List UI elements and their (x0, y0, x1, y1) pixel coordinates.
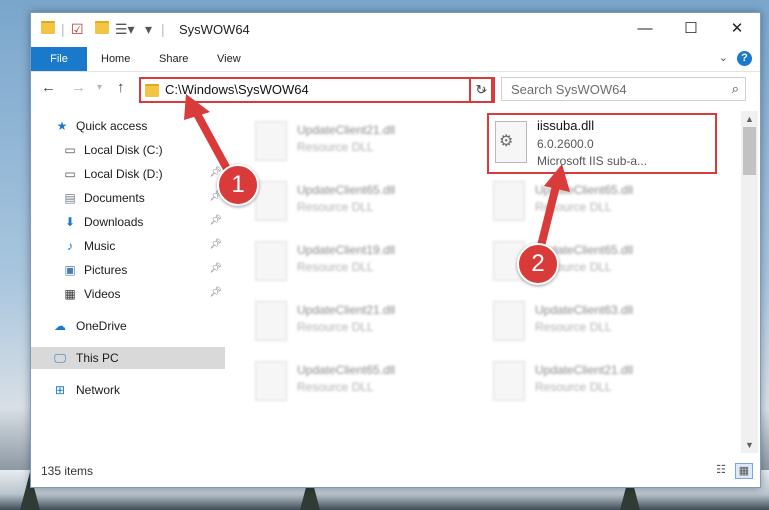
step-1-callout: 1 (217, 164, 259, 206)
annotation-arrows (184, 94, 570, 254)
arrow-2 (536, 164, 570, 254)
step-2-callout: 2 (517, 243, 559, 285)
arrow-1 (184, 94, 236, 182)
